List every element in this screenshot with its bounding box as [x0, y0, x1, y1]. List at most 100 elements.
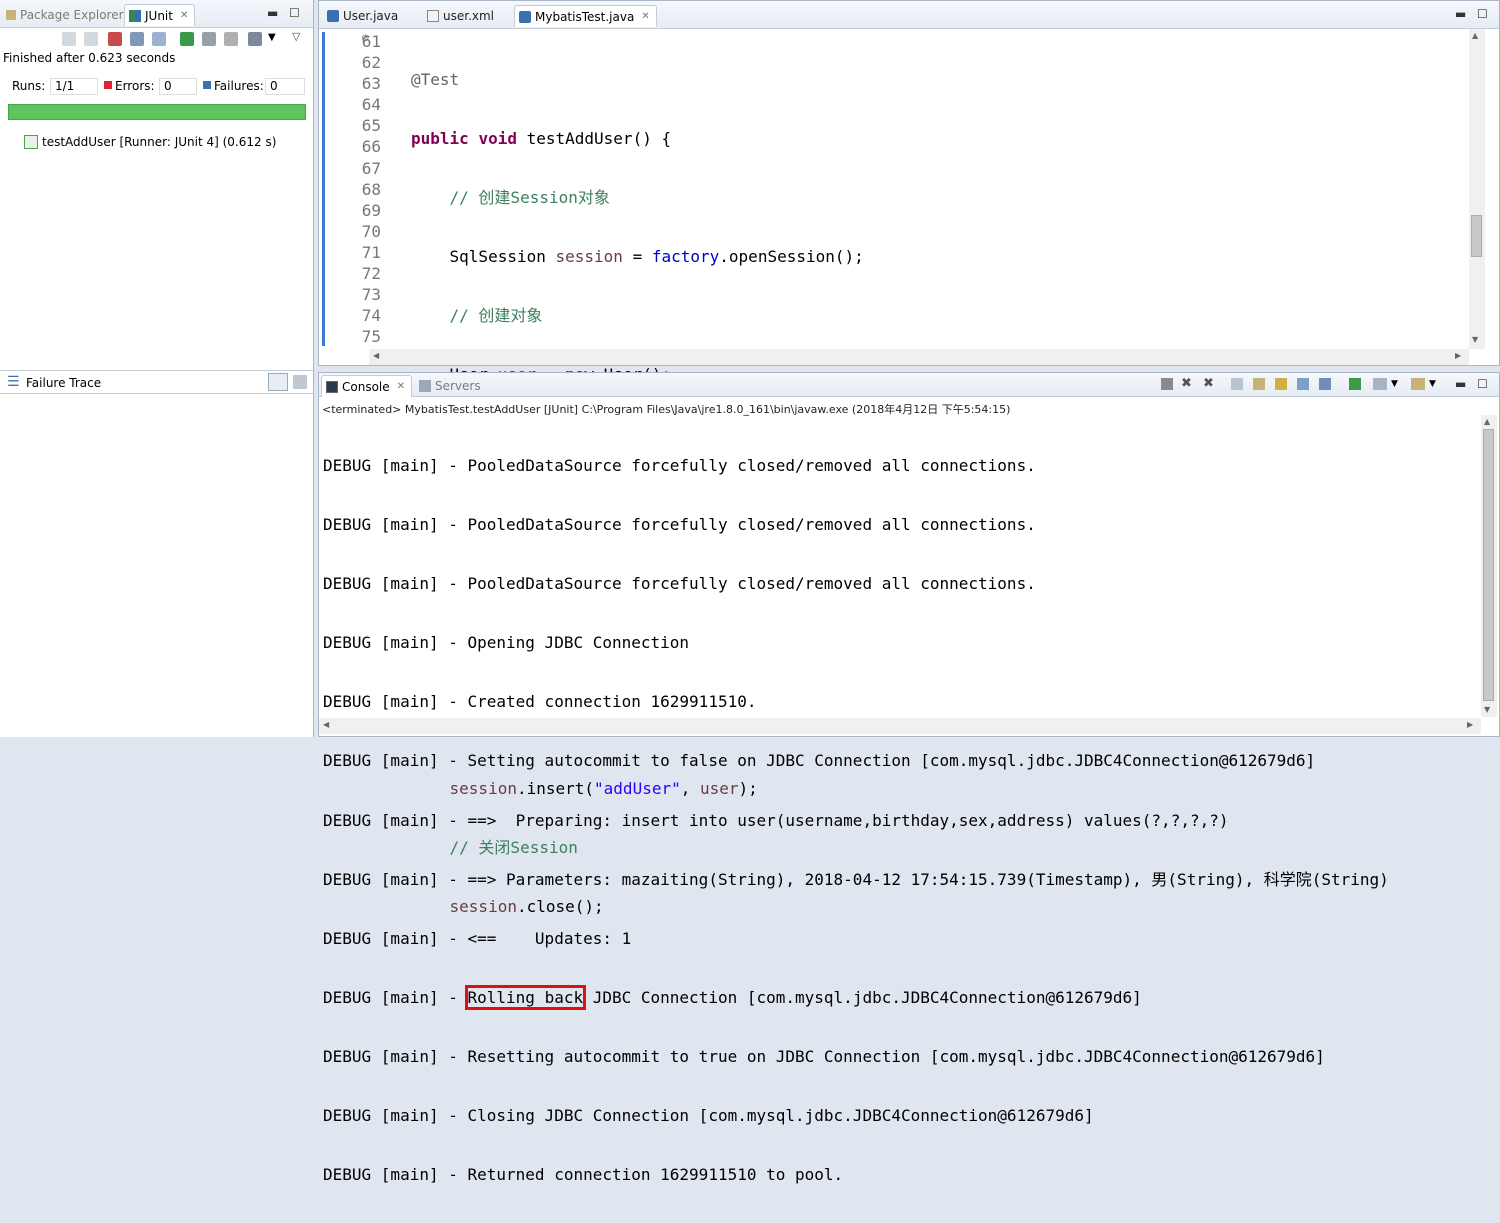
- scroll-down-icon[interactable]: ▼: [1484, 705, 1490, 714]
- fold-icon[interactable]: ⊖: [361, 33, 369, 44]
- minimize-icon[interactable]: ▬: [1455, 377, 1466, 391]
- line-number: 73: [361, 285, 381, 305]
- console-line: DEBUG [main] - ==> Preparing: insert int…: [323, 810, 1229, 830]
- tab-package-explorer-label: Package Explorer: [20, 8, 124, 22]
- show-on-output-icon[interactable]: [1297, 378, 1309, 390]
- tab-console[interactable]: Console ✕: [321, 375, 413, 398]
- console-line: DEBUG [main] - <== Updates: 1: [323, 928, 632, 948]
- filter-trace-icon[interactable]: [268, 373, 288, 391]
- display-console-icon[interactable]: [1373, 378, 1387, 390]
- scroll-up-icon[interactable]: ▲: [1484, 417, 1490, 426]
- errors-value: 0: [159, 78, 197, 95]
- pin-console-icon[interactable]: [1349, 378, 1361, 390]
- console-horizontal-scrollbar[interactable]: ◀ ▶: [319, 718, 1481, 734]
- code-line: // 创建Session对象: [449, 188, 610, 208]
- console-tabbar: Console ✕ Servers ✖ ✖ ▼ ▼ ▬ ☐: [319, 373, 1499, 397]
- tab-servers-label: Servers: [435, 379, 481, 393]
- junit-panel: Package Explorer JUnit ✕ ▬ ☐ ▼ ▽ Finishe…: [0, 0, 314, 737]
- chevron-down-icon[interactable]: ▼: [1391, 379, 1398, 389]
- test-item-label: testAddUser [Runner: JUnit 4] (0.612 s): [42, 135, 277, 149]
- rolling-back-highlight: Rolling back: [464, 984, 587, 1010]
- stop-icon[interactable]: [224, 32, 238, 46]
- close-icon[interactable]: ✕: [180, 5, 188, 27]
- console-line: DEBUG [main] - PooledDataSource forceful…: [323, 574, 1036, 594]
- rollback-suffix: JDBC Connection [com.mysql.jdbc.JDBC4Con…: [583, 987, 1142, 1007]
- console-line: DEBUG [main] - ==> Parameters: mazaiting…: [323, 869, 1389, 889]
- terminate-icon[interactable]: [1161, 378, 1173, 390]
- console-vertical-scrollbar[interactable]: ▲ ▼: [1481, 415, 1497, 717]
- failure-icon: [203, 81, 211, 89]
- test-run-history-icon[interactable]: [248, 32, 262, 46]
- xml-file-icon: [427, 10, 439, 22]
- chevron-down-icon[interactable]: ▼: [1429, 379, 1436, 389]
- change-ruler: [322, 32, 325, 346]
- tab-package-explorer[interactable]: Package Explorer: [2, 4, 130, 26]
- scroll-left-icon[interactable]: ◀: [323, 720, 329, 729]
- errors-label: Errors:: [115, 79, 155, 93]
- remove-launch-icon[interactable]: ✖: [1181, 376, 1192, 391]
- line-numbers: 61 62 63 64 65 66 67 68 69 70 71 72 73 7…: [339, 31, 381, 347]
- maximize-icon[interactable]: ☐: [289, 6, 300, 20]
- line-number: 61: [361, 32, 381, 51]
- close-icon[interactable]: ✕: [641, 6, 649, 28]
- scroll-right-icon[interactable]: ▶: [1455, 351, 1461, 360]
- compare-result-icon[interactable]: [293, 375, 307, 389]
- tab-user-xml[interactable]: user.xml: [423, 5, 500, 27]
- line-number: 72: [361, 264, 381, 284]
- word-wrap-icon[interactable]: [1275, 378, 1287, 390]
- java-file-icon: [327, 10, 339, 22]
- clear-console-icon[interactable]: [1231, 378, 1243, 390]
- console-line-rollback: DEBUG [main] - Rolling back JDBC Connect…: [323, 984, 1389, 1010]
- list-icon: ☰: [7, 374, 20, 390]
- console-status: <terminated> MybatisTest.testAddUser [JU…: [322, 403, 1011, 416]
- rerun-failed-first-icon[interactable]: [202, 32, 216, 46]
- line-number: 67: [361, 158, 381, 178]
- maximize-icon[interactable]: ☐: [1477, 7, 1488, 21]
- chevron-down-icon[interactable]: ▼: [268, 32, 276, 43]
- remove-all-icon[interactable]: ✖: [1203, 376, 1214, 391]
- scroll-lock-icon[interactable]: [130, 32, 144, 46]
- show-on-error-icon[interactable]: [1319, 378, 1331, 390]
- test-tree-item[interactable]: testAddUser [Runner: JUnit 4] (0.612 s): [24, 135, 276, 149]
- scroll-right-icon[interactable]: ▶: [1467, 720, 1473, 729]
- rerun-test-icon[interactable]: [180, 32, 194, 46]
- console-line: DEBUG [main] - Setting autocommit to fal…: [323, 751, 1316, 771]
- scroll-thumb[interactable]: [1471, 215, 1482, 257]
- tab-user-java[interactable]: User.java: [323, 5, 404, 27]
- code-line: @Test: [411, 70, 460, 89]
- error-icon: [104, 81, 112, 89]
- open-console-icon[interactable]: [1411, 378, 1425, 390]
- editor-vertical-scrollbar[interactable]: ▲ ▼: [1469, 29, 1485, 349]
- scroll-down-icon[interactable]: ▼: [1472, 335, 1478, 344]
- junit-icon: [129, 9, 141, 22]
- line-number: 66: [361, 137, 381, 157]
- editor-horizontal-scrollbar[interactable]: ◀ ▶: [369, 349, 1469, 365]
- tab-servers[interactable]: Servers: [415, 375, 487, 397]
- minimize-icon[interactable]: ▬: [267, 6, 278, 20]
- tab-user-xml-label: user.xml: [443, 9, 495, 23]
- maximize-icon[interactable]: ☐: [1477, 377, 1488, 391]
- line-number: 69: [361, 200, 381, 220]
- minimize-icon[interactable]: ▬: [1455, 7, 1466, 21]
- view-menu-icon[interactable]: ▽: [292, 30, 300, 43]
- history-icon[interactable]: [152, 32, 166, 46]
- code-line: SqlSession session = factory.openSession…: [411, 247, 864, 267]
- test-passed-icon: [24, 135, 38, 149]
- tab-junit[interactable]: JUnit ✕: [124, 4, 196, 27]
- console-line: DEBUG [main] - Resetting autocommit to t…: [323, 1046, 1325, 1066]
- failures-value: 0: [265, 78, 305, 95]
- package-explorer-icon: [6, 10, 16, 20]
- scroll-lock-icon[interactable]: [1253, 378, 1265, 390]
- java-editor: User.java user.xml MybatisTest.java ✕ ▬ …: [318, 0, 1500, 916]
- next-failure-icon[interactable]: [62, 32, 76, 46]
- tab-mybatistest-java-label: MybatisTest.java: [535, 9, 635, 24]
- close-icon[interactable]: ✕: [397, 376, 405, 398]
- previous-failure-icon[interactable]: [84, 32, 98, 46]
- scroll-left-icon[interactable]: ◀: [373, 351, 379, 360]
- tab-mybatistest-java[interactable]: MybatisTest.java ✕: [514, 5, 657, 27]
- scroll-thumb[interactable]: [1483, 429, 1494, 701]
- finished-status: Finished after 0.623 seconds: [3, 51, 176, 65]
- console-output[interactable]: DEBUG [main] - PooledDataSource forceful…: [323, 417, 1389, 1223]
- scroll-up-icon[interactable]: ▲: [1472, 31, 1478, 40]
- show-failures-only-icon[interactable]: [108, 32, 122, 46]
